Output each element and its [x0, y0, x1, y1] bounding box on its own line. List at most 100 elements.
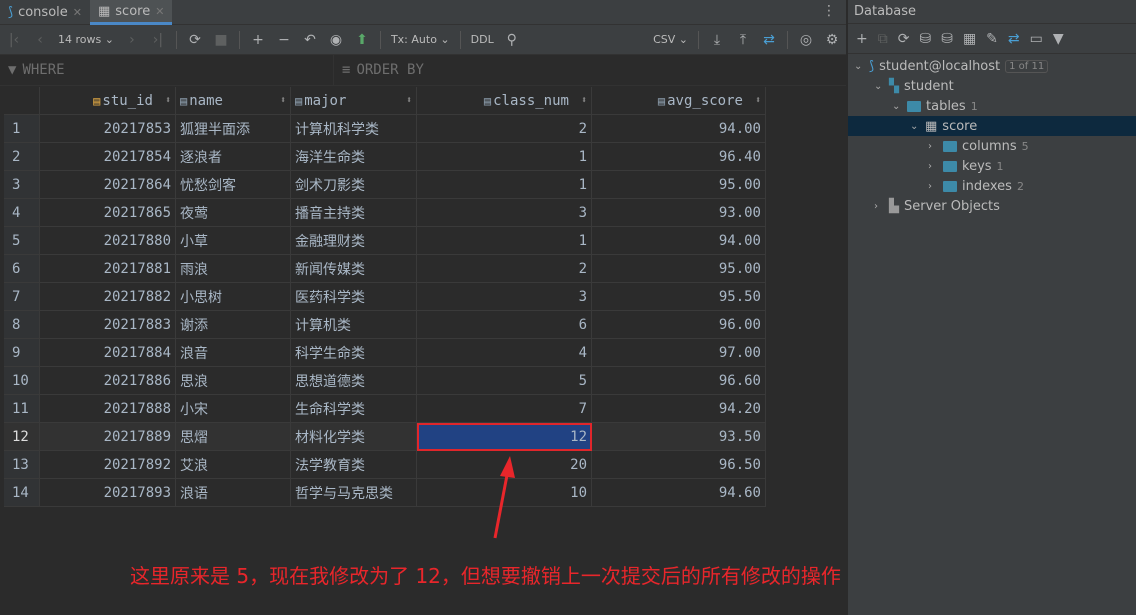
cell-stu_id[interactable]: 20217892: [40, 451, 176, 479]
table-row[interactable]: 3 20217864 忧愁剑客 剑术刀影类 1 95.00: [4, 171, 766, 199]
tab-console[interactable]: ⟆ console ✕: [0, 0, 90, 25]
disconnect-icon[interactable]: ⛁: [941, 31, 953, 47]
cell-name[interactable]: 浪语: [176, 479, 291, 507]
cell-class_num[interactable]: 2: [417, 255, 592, 283]
cell-name[interactable]: 狐狸半面添: [176, 115, 291, 143]
table-row[interactable]: 6 20217881 雨浪 新闻传媒类 2 95.00: [4, 255, 766, 283]
cell-class_num[interactable]: 4: [417, 339, 592, 367]
cell-name[interactable]: 夜莺: [176, 199, 291, 227]
last-page-icon[interactable]: ›|: [150, 32, 166, 48]
export-icon[interactable]: ⤓: [709, 32, 725, 48]
stop-icon[interactable]: ■: [213, 32, 229, 48]
column-header-class_num[interactable]: ▤ class_num ⬍: [417, 87, 592, 115]
cell-name[interactable]: 小思树: [176, 283, 291, 311]
chevron-right-icon[interactable]: ›: [928, 161, 938, 172]
cell-name[interactable]: 思浪: [176, 367, 291, 395]
cell-stu_id[interactable]: 20217854: [40, 143, 176, 171]
cell-stu_id[interactable]: 20217893: [40, 479, 176, 507]
cell-stu_id[interactable]: 20217880: [40, 227, 176, 255]
cell-avg_score[interactable]: 96.00: [592, 311, 766, 339]
row-number[interactable]: 1: [4, 115, 40, 143]
cell-name[interactable]: 逐浪者: [176, 143, 291, 171]
table-row[interactable]: 9 20217884 浪音 科学生命类 4 97.00: [4, 339, 766, 367]
import-icon[interactable]: ⤒: [735, 32, 751, 48]
tree-item-tables[interactable]: ⌄ tables 1: [848, 96, 1136, 116]
row-number[interactable]: 3: [4, 171, 40, 199]
table-row[interactable]: 10 20217886 思浪 思想道德类 5 96.60: [4, 367, 766, 395]
table-row[interactable]: 5 20217880 小草 金融理财类 1 94.00: [4, 227, 766, 255]
cell-avg_score[interactable]: 94.00: [592, 227, 766, 255]
cell-stu_id[interactable]: 20217888: [40, 395, 176, 423]
cell-stu_id[interactable]: 20217886: [40, 367, 176, 395]
sort-icon[interactable]: ⬍: [274, 95, 286, 106]
ddl-button[interactable]: DDL: [471, 33, 494, 46]
submit-icon[interactable]: ⬆: [354, 32, 370, 48]
table-row[interactable]: 7 20217882 小思树 医药科学类 3 95.50: [4, 283, 766, 311]
cell-class_num[interactable]: 2: [417, 115, 592, 143]
cell-stu_id[interactable]: 20217883: [40, 311, 176, 339]
column-header-name[interactable]: ▤ name ⬍: [176, 87, 291, 115]
cell-avg_score[interactable]: 95.50: [592, 283, 766, 311]
chevron-right-icon[interactable]: ›: [874, 201, 884, 212]
cell-class_num[interactable]: 1: [417, 171, 592, 199]
row-number[interactable]: 2: [4, 143, 40, 171]
cell-avg_score[interactable]: 94.60: [592, 479, 766, 507]
row-number[interactable]: 14: [4, 479, 40, 507]
table-row[interactable]: 13 20217892 艾浪 法学教育类 20 96.50: [4, 451, 766, 479]
cell-major[interactable]: 科学生命类: [291, 339, 417, 367]
cell-name[interactable]: 小宋: [176, 395, 291, 423]
prev-page-icon[interactable]: ‹: [32, 32, 48, 48]
cell-major[interactable]: 医药科学类: [291, 283, 417, 311]
tree-item-keys[interactable]: › keys 1: [848, 156, 1136, 176]
cell-major[interactable]: 海洋生命类: [291, 143, 417, 171]
refresh-icon[interactable]: ⟳: [187, 32, 203, 48]
row-number[interactable]: 4: [4, 199, 40, 227]
cell-major[interactable]: 生命科学类: [291, 395, 417, 423]
close-icon[interactable]: ✕: [73, 6, 82, 19]
tree-item-columns[interactable]: › columns 5: [848, 136, 1136, 156]
cell-major[interactable]: 播音主持类: [291, 199, 417, 227]
first-page-icon[interactable]: |‹: [6, 32, 22, 48]
tree-item-schema[interactable]: ⌄ ▚ student: [848, 76, 1136, 96]
chevron-right-icon[interactable]: ›: [928, 181, 938, 192]
chevron-down-icon[interactable]: ⌄: [854, 61, 864, 72]
cell-major[interactable]: 剑术刀影类: [291, 171, 417, 199]
cell-stu_id[interactable]: 20217864: [40, 171, 176, 199]
add-icon[interactable]: +: [856, 31, 868, 47]
cell-avg_score[interactable]: 96.60: [592, 367, 766, 395]
cell-stu_id[interactable]: 20217889: [40, 423, 176, 451]
cell-major[interactable]: 材料化学类: [291, 423, 417, 451]
chevron-right-icon[interactable]: ›: [928, 141, 938, 152]
filter-icon[interactable]: ▼: [1053, 31, 1064, 47]
edit-icon[interactable]: ✎: [986, 31, 998, 47]
tx-mode-dropdown[interactable]: Tx: Auto ⌄: [391, 33, 450, 46]
cell-class_num[interactable]: 3: [417, 199, 592, 227]
console-icon[interactable]: ▭: [1030, 31, 1043, 47]
cell-name[interactable]: 浪音: [176, 339, 291, 367]
cell-class_num[interactable]: 1: [417, 143, 592, 171]
cell-major[interactable]: 金融理财类: [291, 227, 417, 255]
row-number[interactable]: 5: [4, 227, 40, 255]
search-icon[interactable]: ⚲: [504, 32, 520, 48]
cell-class_num[interactable]: 3: [417, 283, 592, 311]
close-icon[interactable]: ✕: [155, 5, 164, 18]
row-number[interactable]: 11: [4, 395, 40, 423]
table-icon[interactable]: ▦: [963, 31, 976, 47]
next-page-icon[interactable]: ›: [124, 32, 140, 48]
order-by-input[interactable]: ≡ ORDER BY: [334, 55, 846, 85]
cell-class_num[interactable]: 12: [417, 423, 592, 451]
cell-name[interactable]: 谢添: [176, 311, 291, 339]
table-row[interactable]: 11 20217888 小宋 生命科学类 7 94.20: [4, 395, 766, 423]
csv-dropdown[interactable]: CSV ⌄: [653, 33, 688, 46]
cell-name[interactable]: 艾浪: [176, 451, 291, 479]
table-row[interactable]: 14 20217893 浪语 哲学与马克思类 10 94.60: [4, 479, 766, 507]
cell-avg_score[interactable]: 96.50: [592, 451, 766, 479]
tree-item-score[interactable]: ⌄ ▦ score: [848, 116, 1136, 136]
cell-stu_id[interactable]: 20217881: [40, 255, 176, 283]
column-header-stu_id[interactable]: ▤ stu_id ⬍: [40, 87, 176, 115]
cell-major[interactable]: 哲学与马克思类: [291, 479, 417, 507]
gear-icon[interactable]: ⚙: [824, 32, 840, 48]
cell-stu_id[interactable]: 20217853: [40, 115, 176, 143]
table-row[interactable]: 8 20217883 谢添 计算机类 6 96.00: [4, 311, 766, 339]
table-row[interactable]: 4 20217865 夜莺 播音主持类 3 93.00: [4, 199, 766, 227]
